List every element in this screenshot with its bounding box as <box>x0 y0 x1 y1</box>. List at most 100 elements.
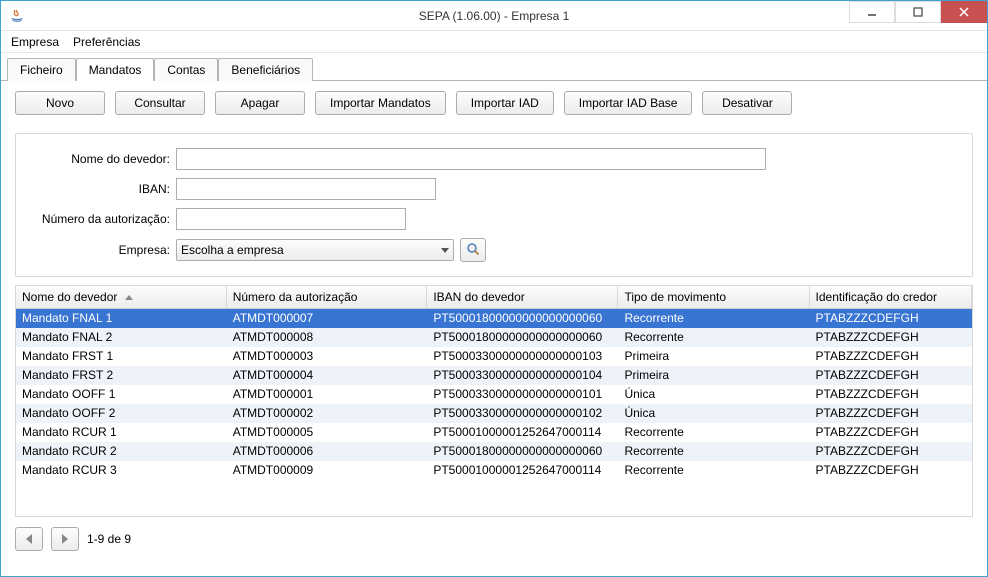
cell-tipo: Única <box>618 404 809 423</box>
cell-credor: PTABZZZCDEFGH <box>809 309 971 328</box>
cell-credor: PTABZZZCDEFGH <box>809 461 971 480</box>
menubar: Empresa Preferências <box>1 31 987 53</box>
mandatos-table: Nome do devedor Número da autorização IB… <box>16 286 972 480</box>
arrow-left-icon <box>26 534 32 544</box>
col-header-iban[interactable]: IBAN do devedor <box>427 286 618 309</box>
empresa-label: Empresa: <box>26 243 176 257</box>
sort-asc-icon <box>125 295 133 300</box>
tab-ficheiro[interactable]: Ficheiro <box>7 58 76 81</box>
importar-iad-button[interactable]: Importar IAD <box>456 91 554 115</box>
col-header-credor[interactable]: Identificação do credor <box>809 286 971 309</box>
cell-credor: PTABZZZCDEFGH <box>809 366 971 385</box>
cell-iban: PT50001800000000000000060 <box>427 309 618 328</box>
cell-iban: PT50001800000000000000060 <box>427 328 618 347</box>
cell-credor: PTABZZZCDEFGH <box>809 328 971 347</box>
window-title: SEPA (1.06.00) - Empresa 1 <box>1 9 987 23</box>
pager-status: 1-9 de 9 <box>87 532 131 546</box>
table-row[interactable]: Mandato FRST 1ATMDT000003PT5000330000000… <box>16 347 972 366</box>
cell-iban: PT50001800000000000000060 <box>427 442 618 461</box>
next-page-button[interactable] <box>51 527 79 551</box>
cell-nome: Mandato RCUR 2 <box>16 442 226 461</box>
cell-numero: ATMDT000009 <box>226 461 427 480</box>
cell-nome: Mandato RCUR 3 <box>16 461 226 480</box>
importar-mandatos-button[interactable]: Importar Mandatos <box>315 91 446 115</box>
cell-iban: PT50003300000000000000102 <box>427 404 618 423</box>
cell-credor: PTABZZZCDEFGH <box>809 385 971 404</box>
arrow-right-icon <box>62 534 68 544</box>
mandatos-table-wrap: Nome do devedor Número da autorização IB… <box>15 285 973 517</box>
cell-numero: ATMDT000006 <box>226 442 427 461</box>
pager: 1-9 de 9 <box>15 527 973 551</box>
close-button[interactable] <box>941 1 987 23</box>
col-header-nome[interactable]: Nome do devedor <box>16 286 226 309</box>
cell-numero: ATMDT000003 <box>226 347 427 366</box>
cell-numero: ATMDT000001 <box>226 385 427 404</box>
mandatos-table-body: Mandato FNAL 1ATMDT000007PT5000180000000… <box>16 309 972 480</box>
menu-empresa[interactable]: Empresa <box>11 35 59 49</box>
cell-iban: PT50001000001252647000114 <box>427 423 618 442</box>
table-row[interactable]: Mandato RCUR 3ATMDT000009PT5000100000125… <box>16 461 972 480</box>
table-row[interactable]: Mandato FNAL 1ATMDT000007PT5000180000000… <box>16 309 972 328</box>
cell-iban: PT50003300000000000000101 <box>427 385 618 404</box>
empresa-select[interactable]: Escolha a empresa <box>176 239 454 261</box>
cell-nome: Mandato OOFF 1 <box>16 385 226 404</box>
tab-beneficiarios[interactable]: Beneficiários <box>218 58 313 81</box>
cell-credor: PTABZZZCDEFGH <box>809 404 971 423</box>
numero-autorizacao-label: Número da autorização: <box>26 212 176 226</box>
table-row[interactable]: Mandato FRST 2ATMDT000004PT5000330000000… <box>16 366 972 385</box>
toolbar: Novo Consultar Apagar Importar Mandatos … <box>15 91 973 115</box>
cell-numero: ATMDT000007 <box>226 309 427 328</box>
apagar-button[interactable]: Apagar <box>215 91 305 115</box>
consultar-button[interactable]: Consultar <box>115 91 205 115</box>
menu-preferencias[interactable]: Preferências <box>73 35 140 49</box>
content-area: Novo Consultar Apagar Importar Mandatos … <box>1 81 987 561</box>
cell-tipo: Recorrente <box>618 423 809 442</box>
cell-nome: Mandato FRST 2 <box>16 366 226 385</box>
importar-iad-base-button[interactable]: Importar IAD Base <box>564 91 693 115</box>
col-header-numero[interactable]: Número da autorização <box>226 286 427 309</box>
minimize-button[interactable] <box>849 1 895 23</box>
col-header-tipo[interactable]: Tipo de movimento <box>618 286 809 309</box>
cell-tipo: Primeira <box>618 366 809 385</box>
cell-credor: PTABZZZCDEFGH <box>809 442 971 461</box>
cell-credor: PTABZZZCDEFGH <box>809 347 971 366</box>
maximize-button[interactable] <box>895 1 941 23</box>
cell-iban: PT50003300000000000000103 <box>427 347 618 366</box>
prev-page-button[interactable] <box>15 527 43 551</box>
filter-panel: Nome do devedor: IBAN: Número da autoriz… <box>15 133 973 277</box>
cell-nome: Mandato FRST 1 <box>16 347 226 366</box>
cell-numero: ATMDT000008 <box>226 328 427 347</box>
cell-tipo: Recorrente <box>618 309 809 328</box>
desativar-button[interactable]: Desativar <box>702 91 792 115</box>
table-row[interactable]: Mandato RCUR 1ATMDT000005PT5000100000125… <box>16 423 972 442</box>
cell-iban: PT50001000001252647000114 <box>427 461 618 480</box>
nome-devedor-label: Nome do devedor: <box>26 152 176 166</box>
iban-label: IBAN: <box>26 182 176 196</box>
titlebar: SEPA (1.06.00) - Empresa 1 <box>1 1 987 31</box>
search-button[interactable] <box>460 238 486 262</box>
table-row[interactable]: Mandato OOFF 1ATMDT000001PT5000330000000… <box>16 385 972 404</box>
chevron-down-icon <box>441 248 449 253</box>
search-icon <box>466 242 480 259</box>
cell-nome: Mandato FNAL 2 <box>16 328 226 347</box>
table-row[interactable]: Mandato OOFF 2ATMDT000002PT5000330000000… <box>16 404 972 423</box>
cell-tipo: Única <box>618 385 809 404</box>
numero-autorizacao-input[interactable] <box>176 208 406 230</box>
java-icon <box>9 8 25 24</box>
iban-input[interactable] <box>176 178 436 200</box>
table-row[interactable]: Mandato FNAL 2ATMDT000008PT5000180000000… <box>16 328 972 347</box>
cell-iban: PT50003300000000000000104 <box>427 366 618 385</box>
tab-contas[interactable]: Contas <box>154 58 218 81</box>
tab-mandatos[interactable]: Mandatos <box>76 58 155 81</box>
novo-button[interactable]: Novo <box>15 91 105 115</box>
nome-devedor-input[interactable] <box>176 148 766 170</box>
table-row[interactable]: Mandato RCUR 2ATMDT000006PT5000180000000… <box>16 442 972 461</box>
cell-tipo: Recorrente <box>618 442 809 461</box>
cell-tipo: Primeira <box>618 347 809 366</box>
cell-nome: Mandato RCUR 1 <box>16 423 226 442</box>
cell-nome: Mandato OOFF 2 <box>16 404 226 423</box>
cell-tipo: Recorrente <box>618 328 809 347</box>
cell-numero: ATMDT000002 <box>226 404 427 423</box>
cell-numero: ATMDT000004 <box>226 366 427 385</box>
cell-tipo: Recorrente <box>618 461 809 480</box>
